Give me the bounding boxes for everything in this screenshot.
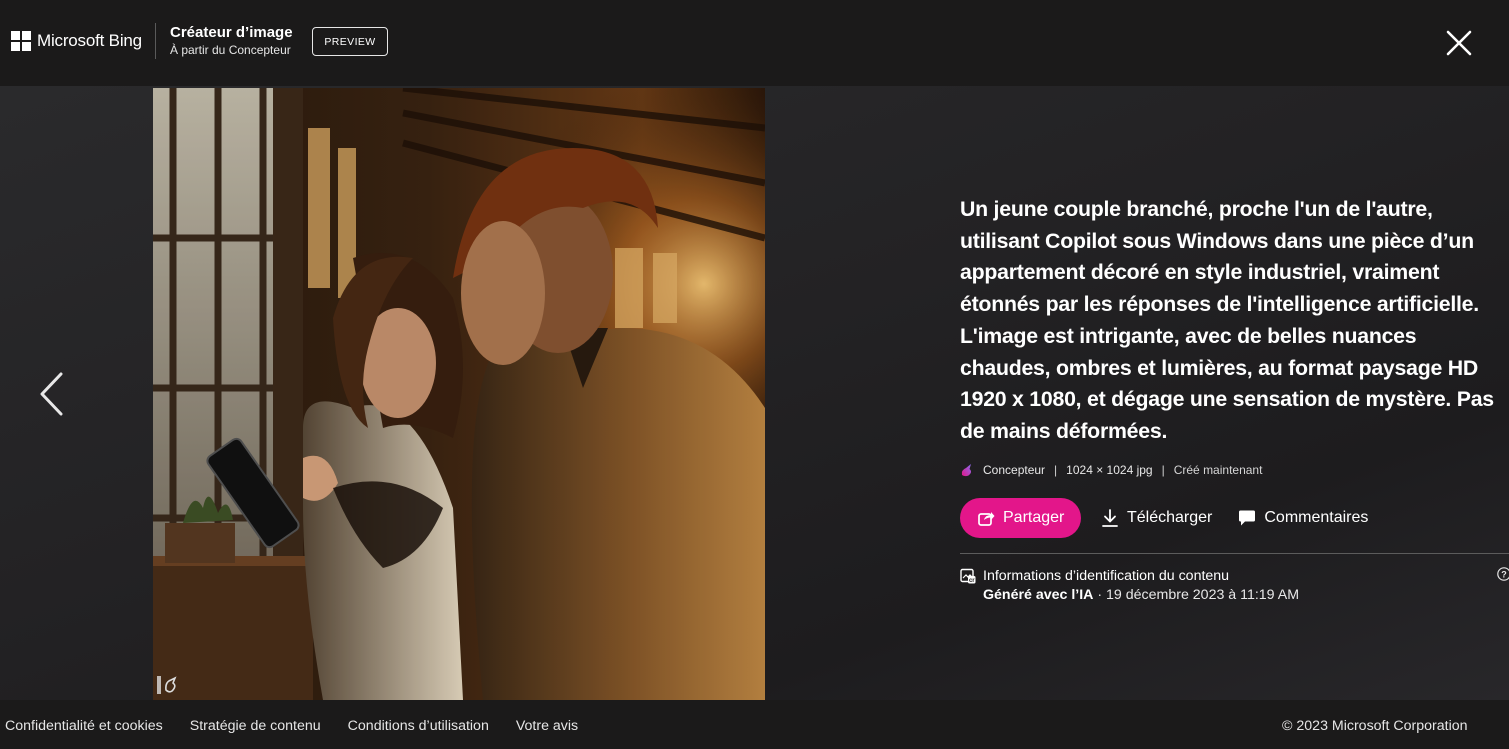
close-icon[interactable] — [1444, 28, 1474, 58]
generated-image-artwork — [153, 88, 765, 700]
share-icon — [978, 511, 995, 526]
svg-text:?: ? — [1501, 569, 1507, 579]
svg-text:cr: cr — [969, 578, 975, 584]
generated-label: Généré avec l’IA — [983, 586, 1094, 603]
footer-link-privacy[interactable]: Confidentialité et cookies — [5, 718, 163, 734]
action-bar: Partager Télécharger Commentaires — [960, 497, 1509, 538]
creator-title-block[interactable]: Créateur d’image À partir du Concepteur — [170, 24, 293, 57]
preview-badge: PREVIEW — [312, 27, 388, 56]
footer: Confidentialité et cookies Stratégie de … — [0, 700, 1509, 749]
source-label[interactable]: Concepteur — [983, 463, 1045, 477]
header-divider — [155, 23, 156, 59]
download-icon — [1102, 508, 1118, 527]
comments-label: Commentaires — [1264, 508, 1369, 526]
designer-watermark-icon — [157, 676, 177, 694]
designer-icon — [961, 463, 972, 476]
footer-link-feedback[interactable]: Votre avis — [516, 718, 578, 734]
download-button[interactable]: Télécharger — [1101, 508, 1212, 528]
share-label: Partager — [1003, 508, 1065, 526]
generated-image[interactable] — [153, 88, 765, 700]
image-dimensions: 1024 × 1024 jpg — [1066, 462, 1153, 477]
meta-separator: | — [1054, 462, 1058, 477]
brand-name: Microsoft Bing — [37, 31, 142, 50]
copyright: © 2023 Microsoft Corporation — [1282, 718, 1468, 734]
generated-date: · 19 décembre 2023 à 11:19 AM — [1093, 586, 1300, 603]
app-title: Créateur d’image — [170, 24, 293, 41]
generation-info: Généré avec l’IA · 19 décembre 2023 à 11… — [983, 587, 1509, 603]
share-button[interactable]: Partager — [960, 497, 1081, 538]
bing-brand[interactable]: Microsoft Bing — [11, 31, 142, 51]
meta-separator: | — [1161, 462, 1165, 477]
image-meta: Concepteur | 1024 × 1024 jpg | Créé main… — [960, 463, 1509, 477]
app-subtitle: À partir du Concepteur — [170, 43, 291, 57]
footer-link-content-policy[interactable]: Stratégie de contenu — [190, 718, 321, 734]
comment-icon — [1239, 510, 1256, 526]
comments-button[interactable]: Commentaires — [1238, 509, 1368, 527]
download-label: Télécharger — [1127, 508, 1213, 526]
image-details-panel: Un jeune couple branché, proche l'un de … — [960, 194, 1509, 603]
content-credentials: cr Informations d’identification du cont… — [960, 566, 1509, 603]
credentials-title: Informations d’identification du contenu — [983, 567, 1230, 584]
created-time: Créé maintenant — [1173, 462, 1263, 477]
footer-link-terms[interactable]: Conditions d’utilisation — [348, 718, 489, 734]
header: Microsoft Bing Créateur d’image À partir… — [0, 0, 1509, 86]
image-stage: Un jeune couple branché, proche l'un de … — [0, 86, 1509, 700]
details-divider — [960, 552, 1509, 554]
image-viewer-page: Microsoft Bing Créateur d’image À partir… — [0, 0, 1509, 749]
image-prompt: Un jeune couple branché, proche l'un de … — [960, 197, 1494, 443]
help-icon[interactable]: ? — [1497, 566, 1509, 581]
microsoft-logo-icon — [11, 31, 31, 51]
chevron-left-icon[interactable] — [34, 370, 68, 418]
content-credentials-icon: cr — [960, 568, 976, 584]
footer-links: Confidentialité et cookies Stratégie de … — [5, 718, 605, 734]
